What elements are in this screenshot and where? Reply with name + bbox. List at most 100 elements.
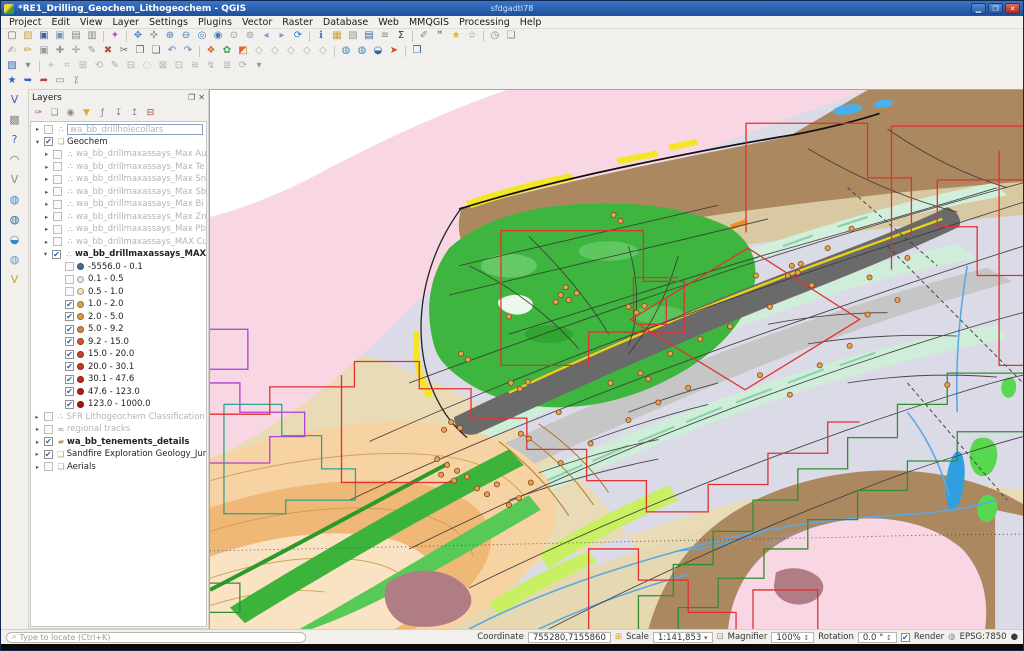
layer-checkbox[interactable]: ✔ [44, 450, 53, 459]
zoom-full-icon[interactable]: ◉ [210, 30, 226, 43]
layer-tree-row[interactable]: ▾✔∴wa_bb_drillmaxassays_MAX Au ppm [31, 248, 206, 261]
measure-line-icon[interactable]: ✐ [416, 30, 432, 43]
highlight-labels-icon[interactable]: ⌗ [59, 60, 75, 73]
expand-all-icon[interactable]: ↧ [111, 107, 126, 120]
zoom-last-icon[interactable]: ◂ [258, 30, 274, 43]
label-f-icon[interactable]: ↯ [203, 60, 219, 73]
expander-icon[interactable]: ▸ [42, 225, 51, 233]
layer-checkbox[interactable] [53, 212, 62, 221]
select-features-icon[interactable]: ▦ [329, 30, 345, 43]
maximize-button[interactable]: ❐ [988, 3, 1003, 14]
layer-checkbox[interactable] [65, 287, 74, 296]
add-group-icon[interactable]: ❏ [47, 107, 62, 120]
diagram-options-icon[interactable]: ≣ [219, 60, 235, 73]
change-label-icon[interactable]: ✎ [107, 60, 123, 73]
layer-tree-row[interactable]: ▸✔▰wa_bb_tenements_details [31, 436, 206, 449]
new-temp-scratch-layer-icon[interactable]: V [5, 272, 25, 288]
layer-checkbox[interactable] [53, 187, 62, 196]
georeferencer-icon[interactable]: ◩ [235, 45, 251, 58]
cut-features-icon[interactable]: ✂ [116, 45, 132, 58]
layer-tree-row[interactable]: ▸∴SFR Lithogeochem Classification July 2… [31, 411, 206, 424]
manage-map-themes-icon[interactable]: ◉ [63, 107, 78, 120]
open-attribute-table-icon[interactable]: ▤ [361, 30, 377, 43]
add-vector-layer-icon[interactable]: V [5, 172, 25, 188]
layer-tree-row[interactable]: ▸❏Aerials [31, 461, 206, 474]
label-e-icon[interactable]: ≋ [187, 60, 203, 73]
save-layer-edits-icon[interactable]: ▣ [36, 45, 52, 58]
label-c-icon[interactable]: ⊠ [155, 60, 171, 73]
add-wfs-layer-icon[interactable]: ◒ [5, 232, 25, 248]
save-project-icon[interactable]: ▣ [36, 30, 52, 43]
web-service-icon[interactable]: ◍ [354, 45, 370, 58]
undo-icon[interactable]: ↶ [164, 45, 180, 58]
expander-icon[interactable]: ▾ [41, 250, 50, 258]
modify-attributes-icon[interactable]: ✎ [84, 45, 100, 58]
move-label-icon[interactable]: ⊞ [75, 60, 91, 73]
label-g-icon[interactable]: ⟳ [235, 60, 251, 73]
label-a-icon[interactable]: ⊟ [123, 60, 139, 73]
add-delimited-text-icon[interactable]: ? [5, 132, 25, 148]
plugin-b-icon[interactable]: ◇ [267, 45, 283, 58]
layer-checkbox[interactable]: ✔ [65, 325, 74, 334]
layer-checkbox[interactable]: ✔ [44, 137, 53, 146]
pan-to-selection-icon[interactable]: ✜ [146, 30, 162, 43]
expander-icon[interactable]: ▸ [42, 238, 51, 246]
layer-labeling-options-icon[interactable]: ▧ [4, 60, 20, 73]
layer-checkbox[interactable] [65, 275, 74, 284]
vertex-tool-icon[interactable]: ✛ [68, 45, 84, 58]
menu-web[interactable]: Web [373, 17, 404, 28]
identify-features-icon[interactable]: ℹ [313, 30, 329, 43]
expander-icon[interactable]: ▸ [33, 425, 42, 433]
layer-checkbox[interactable]: ✔ [65, 350, 74, 359]
menu-database[interactable]: Database [318, 17, 373, 28]
pan-map-icon[interactable]: ✥ [130, 30, 146, 43]
layer-checkbox[interactable] [53, 175, 62, 184]
nominatim-search-icon[interactable]: ➥ [20, 75, 36, 88]
map-canvas[interactable] [209, 89, 1023, 629]
layer-checkbox[interactable] [44, 425, 53, 434]
zoom-to-selection-icon[interactable]: ⊙ [226, 30, 242, 43]
menu-layer[interactable]: Layer [107, 17, 144, 28]
layout-manager-icon[interactable]: ▥ [84, 30, 100, 43]
layer-tree-row[interactable]: ▸∴wa_bb_drillmaxassays_MAX Cu ppm [31, 236, 206, 249]
layer-checkbox[interactable] [53, 200, 62, 209]
add-raster-layer-icon[interactable]: ▩ [5, 112, 25, 128]
add-wms-layer-icon[interactable]: ◍ [5, 192, 25, 208]
mmqgis-tool-icon[interactable]: ❖ [203, 45, 219, 58]
panel-pin-icon[interactable]: ❐ [188, 93, 195, 102]
refresh-map-icon[interactable]: ⟳ [290, 30, 306, 43]
menu-raster[interactable]: Raster [277, 17, 318, 28]
render-checkbox[interactable]: ✔ [901, 633, 910, 642]
layer-tree-row[interactable]: ▸∴wa_bb_drillmaxassays_Max Pb ppm [31, 223, 206, 236]
menu-view[interactable]: View [75, 17, 108, 28]
field-calculator-icon[interactable]: ≡ [377, 30, 393, 43]
zoom-next-icon[interactable]: ▸ [274, 30, 290, 43]
expander-icon[interactable]: ▸ [42, 150, 51, 158]
expander-icon[interactable]: ▸ [42, 163, 51, 171]
layer-checkbox[interactable] [44, 462, 53, 471]
expander-icon[interactable]: ▸ [33, 438, 42, 446]
paste-features-icon[interactable]: ❏ [148, 45, 164, 58]
layer-checkbox[interactable]: ✔ [65, 337, 74, 346]
add-spatialite-icon[interactable]: ◠ [5, 152, 25, 168]
add-feature-icon[interactable]: ✚ [52, 45, 68, 58]
layer-tree-row[interactable]: ▸✔❏Sandfire Exploration Geology_June 201… [31, 448, 206, 461]
layer-tree-row[interactable]: ▸∴wa_bb_drillmaxassays_Max Sn ppm [31, 173, 206, 186]
expander-icon[interactable]: ▸ [33, 463, 42, 471]
save-project-as-icon[interactable]: ▣ [52, 30, 68, 43]
osm-place-search-icon[interactable]: ➦ [36, 75, 52, 88]
layer-checkbox[interactable] [44, 125, 53, 134]
menu-project[interactable]: Project [4, 17, 47, 28]
locator-bar[interactable]: ⌕ Type to locate (Ctrl+K) [6, 632, 306, 643]
zoom-in-icon[interactable]: ⊕ [162, 30, 178, 43]
menu-mmqgis[interactable]: MMQGIS [404, 17, 454, 28]
layer-tree-row[interactable]: ▸∴wa_bb_drillmaxassays_Max Zn ppm [31, 211, 206, 224]
layer-tree-row[interactable]: ▸∴wa_bb_drillmaxassays_Max Au ppm [31, 148, 206, 161]
plugin-d-icon[interactable]: ◇ [299, 45, 315, 58]
expander-icon[interactable]: ▸ [33, 413, 42, 421]
metasearch-icon[interactable]: ◍ [338, 45, 354, 58]
layer-checkbox[interactable]: ✔ [65, 362, 74, 371]
layer-checkbox[interactable] [44, 412, 53, 421]
layer-rename-input[interactable]: wa_bb_drillholecollars [67, 124, 203, 135]
label-menu-2-icon[interactable]: ▾ [251, 60, 267, 73]
